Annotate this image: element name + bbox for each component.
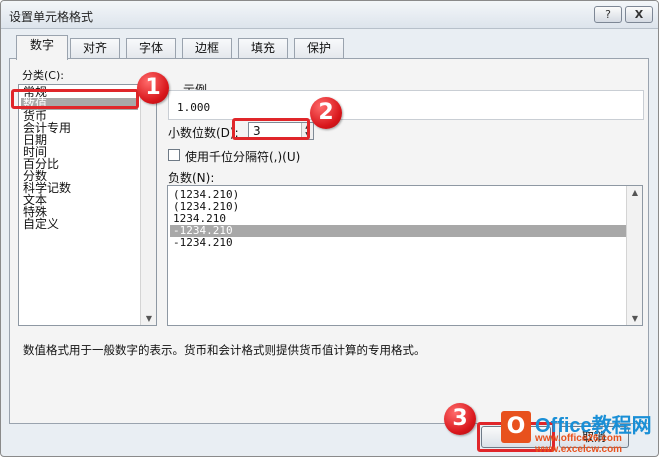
negative-item-selected[interactable]: -1234.210	[170, 225, 628, 237]
title-bar[interactable]: 设置单元格格式 ? X	[1, 1, 658, 29]
decimal-spinner[interactable]: ▲ ▼	[301, 123, 313, 139]
tab-border[interactable]: 边框	[182, 38, 232, 59]
negative-scrollbar[interactable]: ▲ ▼	[626, 186, 642, 325]
category-list[interactable]: 常规 数值 货币 会计专用 日期 时间 百分比 分数 科学记数 文本 特殊 自定…	[18, 84, 157, 326]
tab-fill[interactable]: 填充	[238, 38, 288, 59]
tab-protection[interactable]: 保护	[294, 38, 344, 59]
decimal-places-label: 小数位数(D):	[168, 126, 239, 140]
negative-item[interactable]: -1234.210	[170, 237, 628, 249]
scroll-up-icon[interactable]: ▲	[627, 188, 643, 197]
scroll-down-icon[interactable]: ▼	[627, 314, 643, 323]
category-label: 分类(C):	[22, 69, 64, 82]
tab-font[interactable]: 字体	[126, 38, 176, 59]
thousands-separator-label[interactable]: 使用千位分隔符(,)(U)	[185, 148, 300, 165]
dialog-title: 设置单元格格式	[9, 10, 94, 24]
watermark-url-1: www.office26.com	[535, 433, 622, 444]
format-cells-dialog: 设置单元格格式 ? X 数字 对齐 字体 边框 填充 保护 分类(C): 常规 …	[0, 0, 659, 457]
help-button[interactable]: ?	[594, 6, 622, 23]
watermark-url-2: www.excelcw.com	[535, 444, 623, 455]
spin-up-icon[interactable]: ▲	[302, 123, 313, 131]
negative-numbers-list[interactable]: (1234.210) (1234.210) 1234.210 -1234.210…	[167, 185, 643, 326]
decimal-places-input[interactable]: 3 ▲ ▼	[248, 122, 314, 140]
close-button[interactable]: X	[625, 6, 653, 23]
decimal-places-value[interactable]: 3	[253, 124, 261, 138]
office-logo-icon: O	[501, 411, 531, 443]
negative-numbers-label: 负数(N):	[168, 171, 215, 185]
negative-item[interactable]: (1234.210)	[170, 201, 628, 213]
step-marker-2: 2	[310, 97, 342, 129]
sample-value: 1.000	[177, 101, 211, 114]
tab-number[interactable]: 数字	[16, 35, 68, 60]
sample-box: 1.000	[168, 90, 644, 120]
watermark: O Office教程网 www.office26.com www.excelcw…	[501, 409, 658, 456]
thousands-separator-checkbox[interactable]	[168, 149, 180, 161]
category-item-custom[interactable]: 自定义	[23, 218, 59, 230]
tab-alignment[interactable]: 对齐	[70, 38, 120, 59]
negative-item[interactable]: 1234.210	[170, 213, 628, 225]
spin-down-icon[interactable]: ▼	[302, 131, 313, 139]
scroll-down-icon[interactable]: ▼	[141, 314, 157, 323]
category-scrollbar[interactable]: ▲ ▼	[140, 85, 156, 325]
step-marker-1: 1	[137, 72, 169, 104]
step-marker-3: 3	[444, 403, 476, 435]
format-description: 数值格式用于一般数字的表示。货币和会计格式则提供货币值计算的专用格式。	[23, 343, 426, 357]
